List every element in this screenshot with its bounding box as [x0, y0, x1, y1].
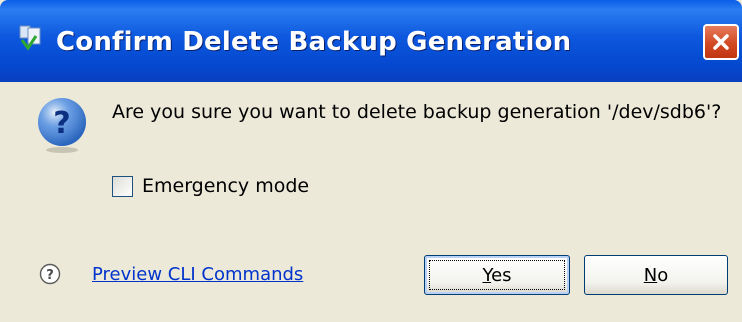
help-icon[interactable]: ? — [39, 263, 61, 285]
question-icon: ? — [38, 98, 86, 153]
emergency-mode-checkbox[interactable] — [112, 176, 133, 197]
dialog-title: Confirm Delete Backup Generation — [56, 27, 572, 57]
yes-button[interactable]: Yes — [424, 255, 570, 295]
no-button-label: No — [643, 264, 669, 286]
focus-rectangle — [429, 260, 565, 290]
no-button[interactable]: No — [584, 255, 728, 295]
close-icon — [713, 34, 729, 50]
dialog-window: Confirm Delete Backup Generation ? Are y… — [0, 0, 742, 322]
app-icon — [19, 25, 41, 51]
svg-text:?: ? — [46, 268, 54, 283]
confirm-message: Are you sure you want to delete backup g… — [112, 101, 722, 123]
close-button[interactable] — [703, 24, 739, 60]
emergency-mode-label[interactable]: Emergency mode — [142, 175, 309, 197]
preview-cli-commands-link[interactable]: Preview CLI Commands — [92, 264, 303, 285]
svg-text:?: ? — [53, 106, 70, 141]
title-bar[interactable]: Confirm Delete Backup Generation — [0, 0, 742, 82]
